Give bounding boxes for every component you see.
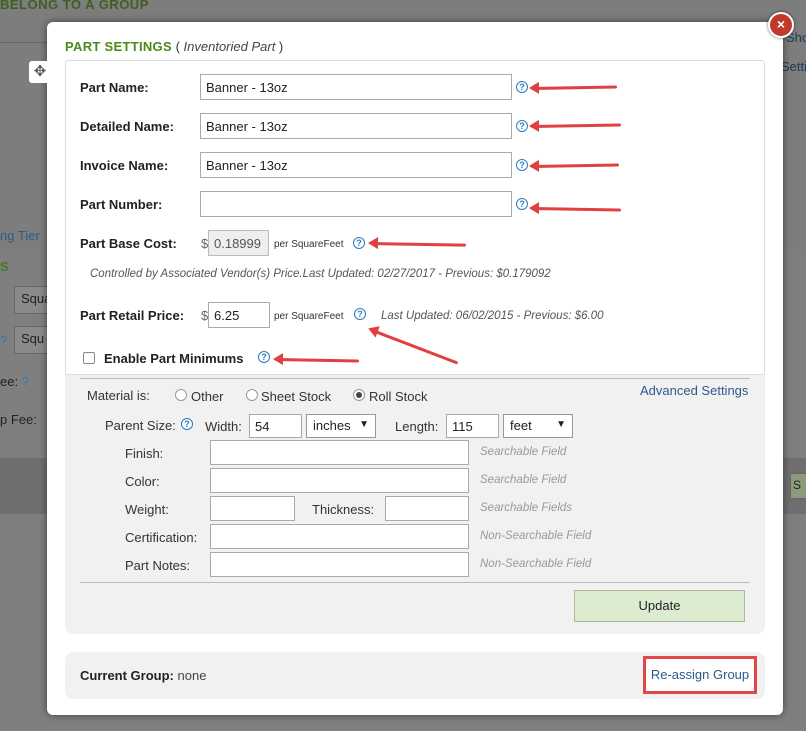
- advanced-settings-link[interactable]: Advanced Settings: [640, 383, 748, 398]
- color-label: Color:: [125, 474, 160, 489]
- material-radio-other[interactable]: [175, 389, 187, 401]
- part-name-input[interactable]: [200, 74, 512, 100]
- part-base-cost-label: Part Base Cost:: [80, 236, 177, 251]
- background-tab[interactable]: ng Tier: [0, 228, 40, 243]
- width-unit-value: inches: [313, 418, 351, 433]
- help-icon[interactable]: ?: [516, 159, 528, 171]
- part-base-cost-input: [208, 230, 269, 256]
- modal-subtitle: Inventoried Part: [183, 39, 276, 54]
- current-group: Current Group: none: [80, 668, 206, 683]
- chevron-down-icon: ▼: [556, 419, 566, 430]
- length-unit-value: feet: [510, 418, 532, 433]
- width-unit-select[interactable]: inches ▼: [306, 414, 376, 438]
- part-notes-label: Part Notes:: [125, 558, 191, 573]
- part-name-label: Part Name:: [80, 80, 149, 95]
- part-fields-section: [65, 60, 765, 375]
- base-cost-unit: per SquareFeet: [274, 239, 344, 250]
- material-radio-sheet-stock[interactable]: [246, 389, 258, 401]
- certification-hint: Non-Searchable Field: [480, 530, 592, 542]
- background-link[interactable]: Setti: [781, 59, 806, 74]
- base-cost-note: Controlled by Associated Vendor(s) Price…: [90, 268, 551, 280]
- invoice-name-label: Invoice Name:: [80, 158, 169, 173]
- thickness-input[interactable]: [385, 496, 469, 521]
- material-radio-roll-stock[interactable]: [353, 389, 365, 401]
- part-notes-hint: Non-Searchable Field: [480, 558, 592, 570]
- finish-input[interactable]: [210, 440, 469, 465]
- part-retail-price-label: Part Retail Price:: [80, 308, 185, 323]
- help-icon[interactable]: ?: [516, 198, 528, 210]
- help-icon[interactable]: ?: [353, 237, 365, 249]
- retail-price-note: Last Updated: 06/02/2015 - Previous: $6.…: [381, 310, 604, 322]
- modal-title-text: PART SETTINGS: [65, 39, 172, 54]
- part-settings-modal: PART SETTINGS ( Inventoried Part ) Part …: [47, 22, 783, 715]
- certification-input[interactable]: [210, 524, 469, 549]
- current-group-value: none: [177, 668, 207, 683]
- help-icon[interactable]: ?: [258, 351, 270, 363]
- current-group-label: Current Group:: [80, 668, 174, 683]
- background-button[interactable]: S: [790, 473, 806, 499]
- weight-input[interactable]: [210, 496, 295, 521]
- enable-minimums-label: Enable Part Minimums: [104, 351, 244, 366]
- color-input[interactable]: [210, 468, 469, 493]
- thickness-label: Thickness:: [312, 502, 375, 517]
- section-divider: [80, 582, 750, 583]
- retail-price-unit: per SquareFeet: [274, 311, 344, 322]
- help-icon[interactable]: ?: [516, 81, 528, 93]
- part-number-label: Part Number:: [80, 197, 163, 212]
- finish-label: Finish:: [125, 446, 164, 461]
- material-option-other: Other: [191, 389, 224, 404]
- background-help-icon: ?: [22, 374, 30, 389]
- background-help-icon: ?: [0, 333, 8, 348]
- update-button[interactable]: Update: [574, 590, 745, 622]
- chevron-down-icon: ▼: [359, 419, 369, 430]
- help-icon[interactable]: ?: [181, 418, 193, 430]
- detailed-name-label: Detailed Name:: [80, 119, 174, 134]
- part-notes-input[interactable]: [210, 552, 469, 577]
- length-input[interactable]: [446, 414, 499, 438]
- close-icon[interactable]: ×: [768, 12, 794, 38]
- thickness-hint: Searchable Fields: [480, 502, 573, 514]
- material-option-roll-stock: Roll Stock: [369, 389, 428, 404]
- enable-minimums-checkbox[interactable]: [83, 352, 95, 364]
- reassign-group-button[interactable]: Re-assign Group: [643, 656, 757, 694]
- certification-label: Certification:: [125, 530, 198, 545]
- material-option-sheet-stock: Sheet Stock: [261, 389, 332, 404]
- parent-size-label: Parent Size:: [105, 418, 176, 433]
- move-icon[interactable]: ✥: [29, 61, 51, 83]
- length-unit-select[interactable]: feet ▼: [503, 414, 573, 438]
- modal-title: PART SETTINGS ( Inventoried Part ): [65, 39, 284, 54]
- material-label: Material is:: [87, 388, 150, 403]
- weight-label: Weight:: [125, 502, 169, 517]
- part-number-input[interactable]: [200, 191, 512, 217]
- invoice-name-input[interactable]: [200, 152, 512, 178]
- section-divider: [80, 378, 750, 379]
- length-label: Length:: [395, 419, 439, 434]
- help-icon[interactable]: ?: [516, 120, 528, 132]
- background-label-1: ee:: [0, 374, 19, 389]
- finish-hint: Searchable Field: [480, 446, 567, 458]
- width-input[interactable]: [249, 414, 302, 438]
- color-hint: Searchable Field: [480, 474, 567, 486]
- width-label: Width:: [205, 419, 242, 434]
- detailed-name-input[interactable]: [200, 113, 512, 139]
- help-icon[interactable]: ?: [354, 308, 366, 320]
- background-page-title: BELONG TO A GROUP: [0, 0, 149, 12]
- part-retail-price-input[interactable]: [208, 302, 270, 328]
- background-heading: S: [0, 259, 9, 274]
- background-label-2: p Fee:: [0, 412, 37, 427]
